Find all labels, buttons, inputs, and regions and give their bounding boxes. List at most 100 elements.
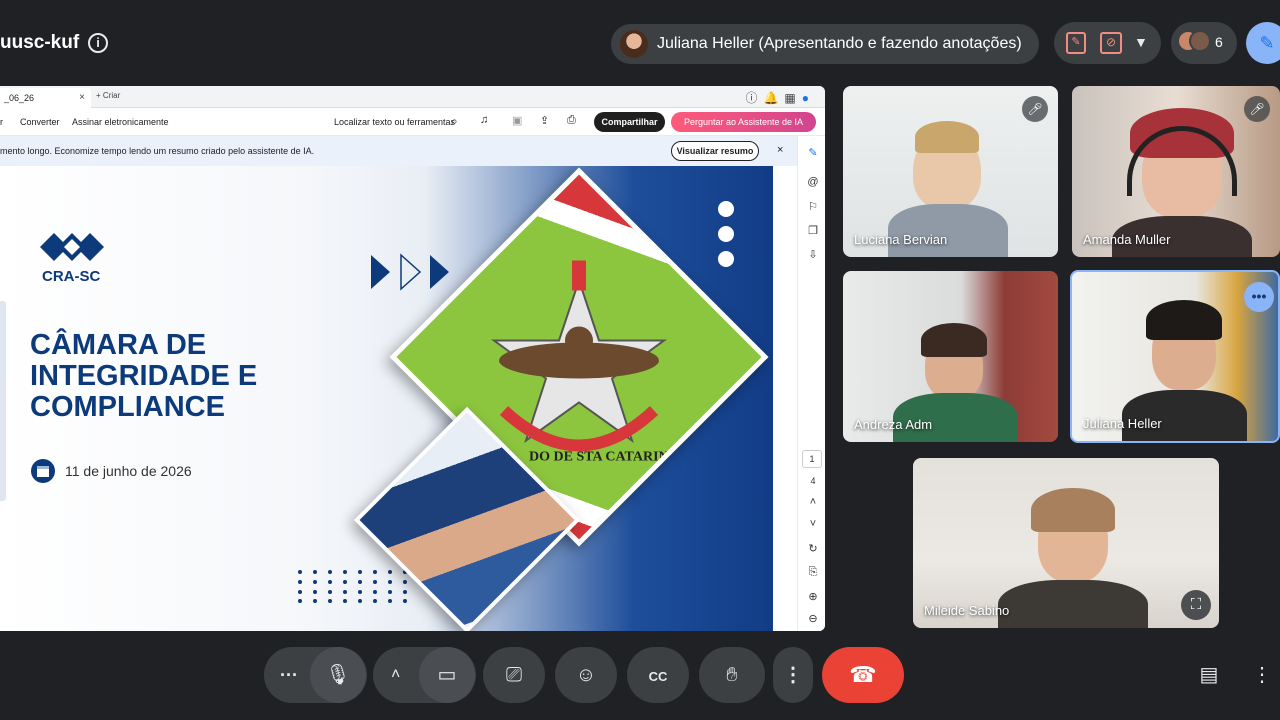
mic-off-icon: 🎤︎ [1244,96,1270,122]
participant-body [998,580,1148,628]
zoom-in-icon[interactable]: ⊕ [806,590,820,603]
flag-text: DO DE STA CATARINA [529,449,680,464]
search-icon[interactable]: ⌕ [451,114,458,129]
slide-page: CRA-SC CÂMARA DE INTEGRIDADE E COMPLIANC… [0,166,773,631]
hand-icon: ✋︎ [726,664,738,686]
present-button[interactable]: ⎚ [483,647,545,703]
avatar [620,30,648,58]
participant-hair [1031,488,1115,532]
more-audio-options-icon[interactable]: ··· [280,647,298,703]
more-options-icon[interactable]: ••• [1244,282,1274,312]
participant-hair [921,323,987,357]
arrows-decoration-icon [371,253,449,291]
chevron-down-icon[interactable]: ▼ [1134,34,1148,50]
help-icon[interactable]: ⓘ [745,91,763,105]
raise-hand-button[interactable]: ✋︎ [699,647,765,703]
avatar [1189,30,1211,52]
participant-name: Amanda Muller [1083,232,1171,247]
current-page[interactable]: 1 [802,450,822,468]
presentation-controls: ✎ ⊘ ▼ [1054,22,1161,64]
crop-icon[interactable]: ⛶ [1181,590,1211,620]
chat-icon[interactable]: ▤ [1196,662,1222,688]
export-icon[interactable]: ⇩ [806,248,820,261]
view-summary-button[interactable]: Visualizar resumo [671,141,759,161]
stop-presenting-icon[interactable]: ⊘ [1100,32,1122,54]
apps-icon[interactable]: ▦ [784,91,801,105]
captions-button[interactable]: CC [627,647,689,703]
save-icon[interactable]: ▣ [512,114,522,127]
participant-hair [915,121,979,153]
participant-tile[interactable]: Andreza Adm [843,271,1058,442]
pdf-right-toolbar: ✎ @ ⚐ ❐ ⇩ 1 4 ˄ ˅ ↻ ⎘ ⊕ ⊖ [797,136,825,631]
hang-up-icon: ☎︎ [849,662,877,687]
summary-banner: mento longo. Economize tempo lendo um re… [0,136,797,166]
presenter-pill[interactable]: Juliana Heller (Apresentando e fazendo a… [611,24,1039,64]
close-icon[interactable]: × [777,144,783,156]
title-line: INTEGRIDADE E [30,360,258,392]
camera-icon[interactable]: ▭ [419,647,475,703]
scroll-edge [0,301,6,501]
participant-hair [1146,300,1222,340]
meeting-code: uusc-kuf [0,32,80,53]
new-tab-button[interactable]: + Criar [96,91,120,100]
chevron-up-icon[interactable]: ˄ [806,496,820,508]
presenter-status: Juliana Heller (Apresentando e fazendo a… [657,35,1022,52]
slide-date: 11 de junho de 2026 [65,463,192,479]
logo-text: CRA-SC [42,268,101,285]
pen-icon[interactable]: ✎ [1246,22,1280,64]
headphones-icon[interactable]: ♫ [480,114,488,126]
more-options-button[interactable]: ⋮ [773,647,813,703]
pdf-tab-bar: _06_26 × + Criar ⓘ🔔▦● [0,86,825,108]
participant-name: Juliana Heller [1083,416,1162,431]
title-line: COMPLIANCE [30,391,225,423]
banner-text: mento longo. Economize tempo lendo um re… [0,146,315,156]
comment-icon[interactable]: @ [806,176,820,188]
bookmark-icon[interactable]: ⚐ [806,200,820,213]
participant-body [888,204,1008,257]
info-icon[interactable]: i [88,33,108,53]
share-button[interactable]: Compartilhar [594,112,665,132]
participant-name: Luciana Bervian [854,232,948,247]
present-screen-icon: ⎚ [506,664,522,686]
bell-icon[interactable]: 🔔 [763,91,784,105]
participant-tile-presenter[interactable]: ••• Juliana Heller [1070,270,1280,443]
participant-tile[interactable]: ⛶ Mileide Sabino [913,458,1219,628]
search-label[interactable]: Localizar texto ou ferramentas [334,117,455,127]
window-icons: ⓘ🔔▦● [745,89,815,106]
camera-group: ˄ ▭ [373,647,476,703]
participant-tile[interactable]: 🎤︎ Luciana Bervian [843,86,1058,257]
total-pages: 4 [810,476,816,486]
shared-screen-pdf-viewer: _06_26 × + Criar ⓘ🔔▦● r Converter Assina… [0,86,825,631]
mic-group: ··· 🎙︎ [264,647,367,703]
page-icon[interactable]: ⎘ [806,566,820,579]
ai-assistant-button[interactable]: Perguntar ao Assistente de IA [671,112,816,132]
microphone-icon[interactable]: 🎙︎ [310,647,366,703]
cra-sc-logo-icon [40,233,104,261]
rotate-icon[interactable]: ↻ [806,542,820,555]
leave-call-button[interactable]: ☎︎ [822,647,904,703]
tab-label: _06_26 [4,93,35,103]
chevron-down-icon[interactable]: ˅ [806,518,820,530]
zoom-out-icon[interactable]: ⊖ [806,612,820,625]
chevron-up-icon[interactable]: ˄ [391,647,400,703]
dots-decoration [718,201,734,276]
profile-icon[interactable]: ● [802,91,815,105]
pdf-toolbar: r Converter Assinar eletronicamente Loca… [0,108,825,136]
pages-icon[interactable]: ❐ [806,224,820,237]
edit-menu[interactable]: r [0,117,3,127]
convert-menu[interactable]: Converter [20,117,60,127]
more-vert-icon: ⋮ [783,664,803,686]
participant-tile[interactable]: 🎤︎ Amanda Muller [1072,86,1280,257]
close-icon[interactable]: × [79,92,85,103]
tab-document[interactable]: _06_26 × [0,88,91,108]
participant-count: 6 [1215,34,1223,50]
activities-icon[interactable]: ⋮⋮ [1252,662,1280,688]
title-line: CÂMARA DE [30,329,207,361]
participants-button[interactable]: 6 [1171,22,1237,64]
ai-summary-icon[interactable]: ✎ [806,146,820,159]
reactions-button[interactable]: ☺ [555,647,617,703]
sign-menu[interactable]: Assinar eletronicamente [72,117,169,127]
print-icon[interactable]: ⎙ [567,114,576,127]
annotate-icon[interactable]: ✎ [1066,32,1086,54]
upload-icon[interactable]: ⇪ [540,114,549,127]
